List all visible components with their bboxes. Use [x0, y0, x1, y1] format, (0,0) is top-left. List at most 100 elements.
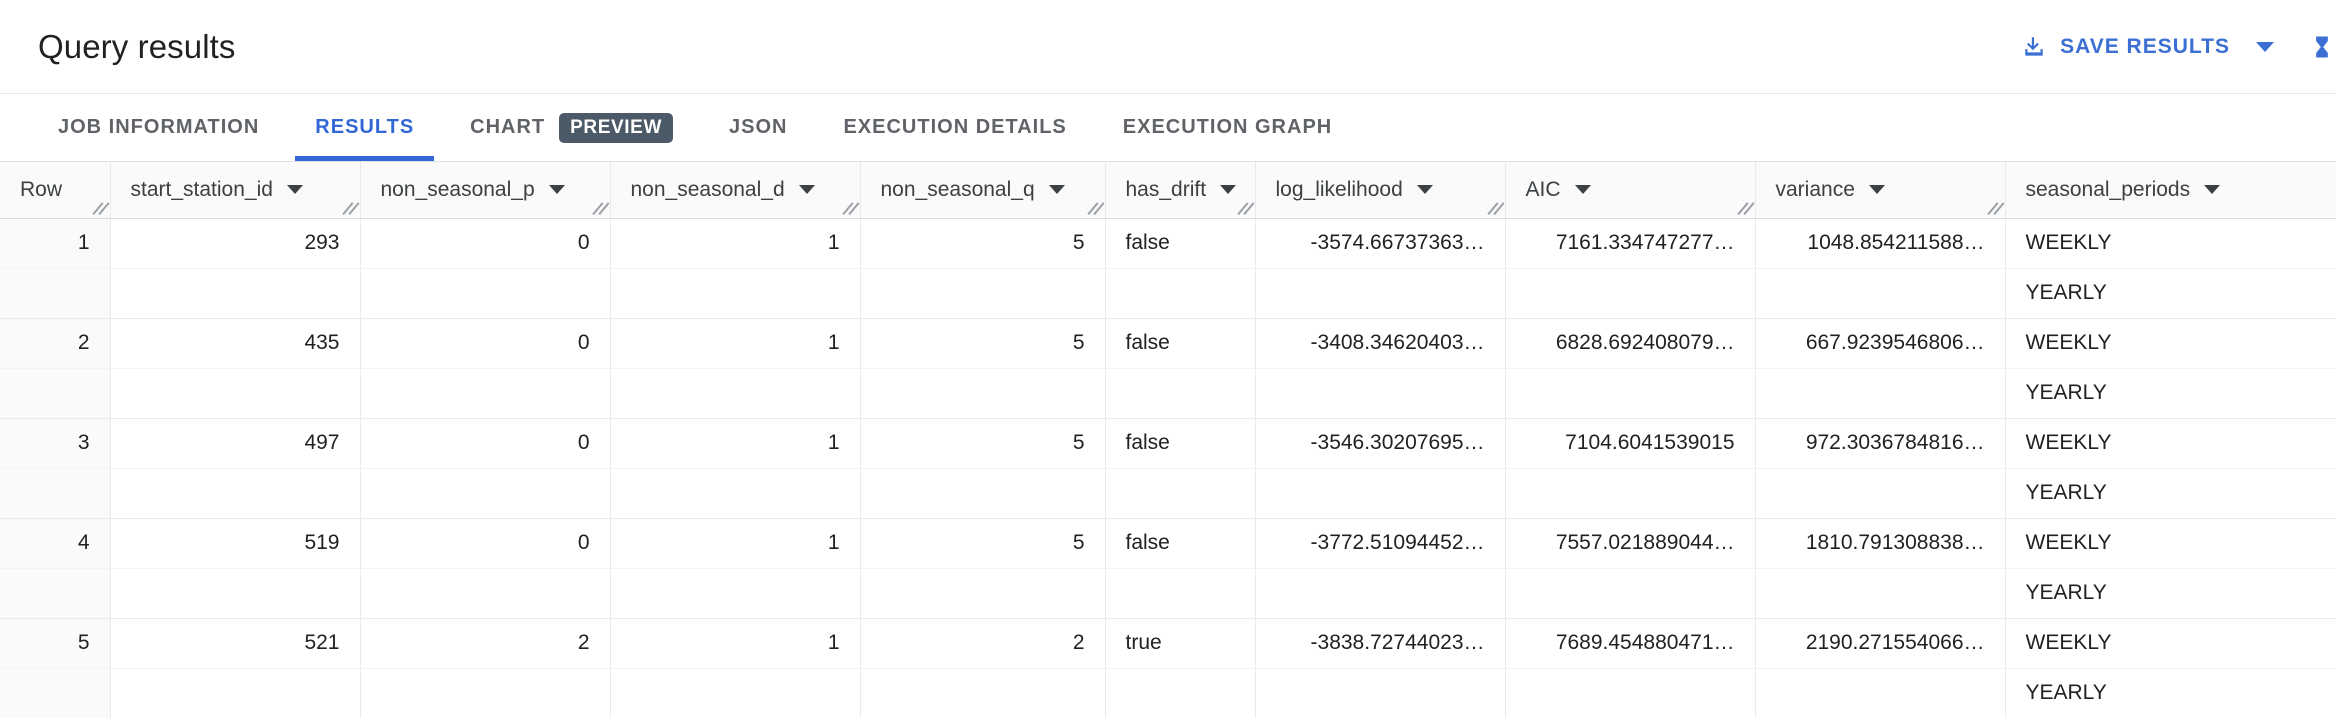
cell-row: 2 [0, 318, 111, 369]
cell-row: 4 [0, 518, 111, 569]
tab-label: EXECUTION GRAPH [1122, 116, 1333, 138]
cell-non-seasonal-p [360, 668, 611, 718]
cell-log-likelihood [1255, 568, 1506, 619]
column-header-non-seasonal-q[interactable]: non_seasonal_q [860, 162, 1106, 219]
tab-execution-details[interactable]: EXECUTION DETAILS [815, 94, 1094, 161]
cell-non-seasonal-d [610, 668, 861, 718]
column-resize-handle[interactable] [1087, 200, 1103, 216]
column-resize-handle[interactable] [1987, 200, 2003, 216]
cell-variance [1755, 468, 2006, 519]
cell-non-seasonal-q [860, 468, 1106, 519]
column-header-seasonal-periods[interactable]: seasonal_periods [2005, 162, 2336, 219]
chevron-down-icon[interactable] [548, 185, 565, 195]
cell-seasonal-periods: YEARLY [2005, 268, 2336, 319]
tab-label: CHART [470, 116, 546, 138]
cell-variance [1755, 268, 2006, 319]
column-resize-handle[interactable] [342, 200, 358, 216]
table-row[interactable]: YEARLY [0, 668, 2336, 718]
table-row[interactable]: 5 521 2 1 2 true -3838.72744023… 7689.454880471… [0, 618, 2336, 669]
column-header-log-likelihood[interactable]: log_likelihood [1255, 162, 1506, 219]
table-row[interactable]: YEARLY [0, 468, 2336, 519]
page-title: Query results [38, 28, 236, 65]
cell-seasonal-periods: WEEKLY [2005, 518, 2336, 569]
column-header-label: log_likelihood [1275, 177, 1403, 201]
column-header-row[interactable]: Row [0, 162, 111, 219]
tab-json[interactable]: JSON [701, 94, 815, 161]
cell-non-seasonal-p [360, 268, 611, 319]
cell-non-seasonal-p: 0 [360, 318, 611, 369]
cell-variance: 1048.854211588… [1755, 218, 2006, 269]
column-resize-handle[interactable] [92, 200, 108, 216]
column-header-non-seasonal-p[interactable]: non_seasonal_p [360, 162, 611, 219]
column-header-label: has_drift [1125, 177, 1207, 201]
edge-cut-off-icon[interactable] [2314, 0, 2336, 94]
chevron-down-icon[interactable] [1416, 185, 1433, 195]
column-header-label: non_seasonal_p [380, 177, 535, 201]
table-row[interactable]: 4 519 0 1 5 false -3772.51094452… 7557.02188904… [0, 518, 2336, 569]
table-row[interactable]: YEARLY [0, 368, 2336, 419]
tab-job-information[interactable]: JOB INFORMATION [30, 94, 287, 161]
cell-non-seasonal-d: 1 [610, 618, 861, 669]
cell-non-seasonal-p [360, 468, 611, 519]
column-header-start-station-id[interactable]: start_station_id [110, 162, 361, 219]
tab-label: RESULTS [315, 116, 415, 138]
table-row[interactable]: 2 435 0 1 5 false -3408.34620403… 6828.69240807… [0, 318, 2336, 369]
column-header-non-seasonal-d[interactable]: non_seasonal_d [610, 162, 861, 219]
table-body: 1 293 0 1 5 false -3574.66737363… 7161.33474727… [0, 218, 2336, 718]
tab-chart[interactable]: CHART PREVIEW [442, 94, 701, 161]
cell-seasonal-periods: WEEKLY [2005, 218, 2336, 269]
cell-has-drift [1105, 368, 1256, 419]
cell-non-seasonal-p: 0 [360, 418, 611, 469]
table-row[interactable]: YEARLY [0, 268, 2336, 319]
cell-AIC [1505, 468, 1756, 519]
cell-non-seasonal-d [610, 268, 861, 319]
chevron-down-icon[interactable] [798, 185, 815, 195]
cell-has-drift: false [1105, 318, 1256, 369]
chevron-down-icon[interactable] [1574, 185, 1591, 195]
cell-AIC [1505, 668, 1756, 718]
cell-non-seasonal-q: 5 [860, 318, 1106, 369]
cell-AIC: 7689.454880471… [1505, 618, 1756, 669]
column-resize-handle[interactable] [1737, 200, 1753, 216]
cell-has-drift: false [1105, 518, 1256, 569]
cell-start-station-id: 497 [110, 418, 361, 469]
tab-label: EXECUTION DETAILS [843, 116, 1067, 138]
results-table-container: Row start_station_id non_seasonal_p non_… [0, 162, 2336, 718]
table-row[interactable]: YEARLY [0, 568, 2336, 619]
cell-non-seasonal-q: 2 [860, 618, 1106, 669]
cell-seasonal-periods: YEARLY [2005, 668, 2336, 718]
chevron-down-icon[interactable] [1868, 185, 1885, 195]
cell-has-drift: true [1105, 618, 1256, 669]
preview-badge: PREVIEW [559, 112, 673, 143]
cell-start-station-id: 521 [110, 618, 361, 669]
column-resize-handle[interactable] [842, 200, 858, 216]
cell-non-seasonal-q: 5 [860, 518, 1106, 569]
column-header-variance[interactable]: variance [1755, 162, 2006, 219]
tab-label: JOB INFORMATION [58, 116, 260, 138]
column-header-has-drift[interactable]: has_drift [1105, 162, 1256, 219]
save-results-button[interactable]: SAVE RESULTS [2007, 24, 2288, 70]
column-resize-handle[interactable] [592, 200, 608, 216]
cell-log-likelihood: -3838.72744023… [1255, 618, 1506, 669]
tab-results[interactable]: RESULTS [287, 94, 442, 161]
cell-row [0, 368, 111, 419]
cell-row: 1 [0, 218, 111, 269]
column-resize-handle[interactable] [1487, 200, 1503, 216]
chevron-down-icon[interactable] [286, 185, 303, 195]
table-row[interactable]: 3 497 0 1 5 false -3546.30207695… 7104.60415390… [0, 418, 2336, 469]
cell-seasonal-periods: WEEKLY [2005, 418, 2336, 469]
column-resize-handle[interactable] [1237, 200, 1253, 216]
table-row[interactable]: 1 293 0 1 5 false -3574.66737363… 7161.33474727… [0, 218, 2336, 269]
cell-row [0, 668, 111, 718]
cell-row [0, 568, 111, 619]
cell-variance [1755, 668, 2006, 718]
tab-execution-graph[interactable]: EXECUTION GRAPH [1095, 94, 1360, 161]
chevron-down-icon[interactable] [1220, 185, 1237, 195]
cell-log-likelihood: -3574.66737363… [1255, 218, 1506, 269]
cell-has-drift: false [1105, 218, 1256, 269]
chevron-down-icon[interactable] [2204, 185, 2221, 195]
chevron-down-icon[interactable] [1048, 185, 1065, 195]
column-header-aic[interactable]: AIC [1505, 162, 1756, 219]
header-actions: SAVE RESULTS [2007, 0, 2336, 94]
cell-AIC: 7104.6041539015 [1505, 418, 1756, 469]
